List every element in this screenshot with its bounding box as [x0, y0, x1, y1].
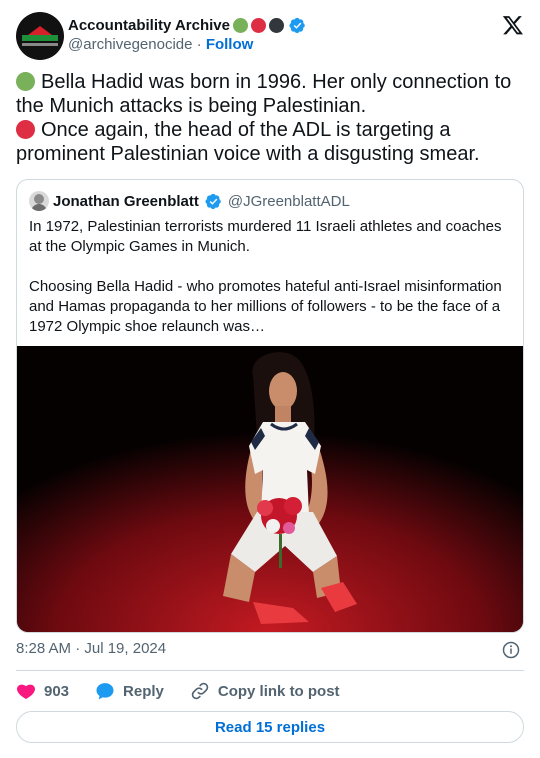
quoted-author-name: Jonathan Greenblatt	[53, 192, 199, 210]
post-timestamp[interactable]: 8:28 AM · Jul 19, 2024	[16, 640, 166, 657]
copy-link-button[interactable]: Copy link to post	[190, 681, 340, 701]
quoted-post-photo[interactable]	[17, 346, 523, 632]
action-bar: 903 Reply Copy link to post	[16, 680, 366, 702]
quoted-post-header: Jonathan Greenblatt @JGreenblattADL	[29, 191, 350, 211]
author-handle-row: @archivegenocide · Follow	[68, 36, 253, 56]
x-logo-icon[interactable]	[502, 14, 524, 36]
red-circle-icon	[250, 17, 266, 33]
footer-divider	[16, 670, 524, 671]
like-count: 903	[44, 682, 70, 700]
quoted-avatar	[29, 191, 49, 211]
quoted-paragraph: In 1972, Palestinian terrorists murdered…	[29, 218, 502, 255]
reply-bubble-icon	[96, 683, 114, 700]
red-circle-icon	[16, 120, 35, 139]
quoted-post-text: In 1972, Palestinian terrorists murdered…	[29, 217, 513, 357]
quoted-paragraph: Choosing Bella Hadid - who promotes hate…	[29, 278, 502, 335]
follow-button[interactable]: Follow	[206, 36, 254, 53]
verified-badge-icon	[289, 17, 305, 33]
green-circle-icon	[232, 17, 248, 33]
verified-badge-icon	[205, 193, 221, 209]
black-circle-icon	[268, 17, 284, 33]
avatar-logo-roof	[28, 26, 52, 35]
post-line-text: Once again, the head of the ADL is targe…	[16, 119, 480, 165]
post-line: Once again, the head of the ADL is targe…	[16, 118, 526, 166]
post-line: Bella Hadid was born in 1996. Her only c…	[16, 70, 526, 118]
quoted-author-handle: @JGreenblattADL	[227, 192, 350, 210]
avatar-logo-bar	[22, 35, 58, 41]
author-name[interactable]: Accountability Archive	[68, 17, 230, 34]
read-replies-button[interactable]: Read 15 replies	[16, 711, 524, 743]
author-name-row[interactable]: Accountability Archive	[68, 14, 306, 36]
heart-icon	[17, 684, 35, 699]
reply-button[interactable]: Reply	[95, 681, 164, 701]
copy-link-label: Copy link to post	[217, 682, 340, 700]
like-button[interactable]: 903	[16, 681, 69, 701]
photo-illustration	[17, 346, 523, 632]
avatar-logo-caption	[22, 43, 58, 46]
quoted-post[interactable]: Jonathan Greenblatt @JGreenblattADL In 1…	[16, 179, 524, 633]
post-header: Accountability Archive @archivegenocide …	[16, 12, 524, 60]
info-icon[interactable]	[502, 641, 520, 659]
link-icon	[191, 682, 209, 700]
embedded-post: Accountability Archive @archivegenocide …	[0, 0, 540, 758]
post-line-text: Bella Hadid was born in 1996. Her only c…	[16, 71, 512, 117]
avatar[interactable]	[16, 12, 64, 60]
author-handle[interactable]: @archivegenocide	[68, 36, 192, 53]
green-circle-icon	[16, 72, 35, 91]
reply-label: Reply	[123, 682, 164, 700]
post-timestamp-row: 8:28 AM · Jul 19, 2024	[16, 640, 524, 660]
handle-separator: ·	[196, 36, 202, 53]
post-text: Bella Hadid was born in 1996. Her only c…	[16, 70, 526, 166]
